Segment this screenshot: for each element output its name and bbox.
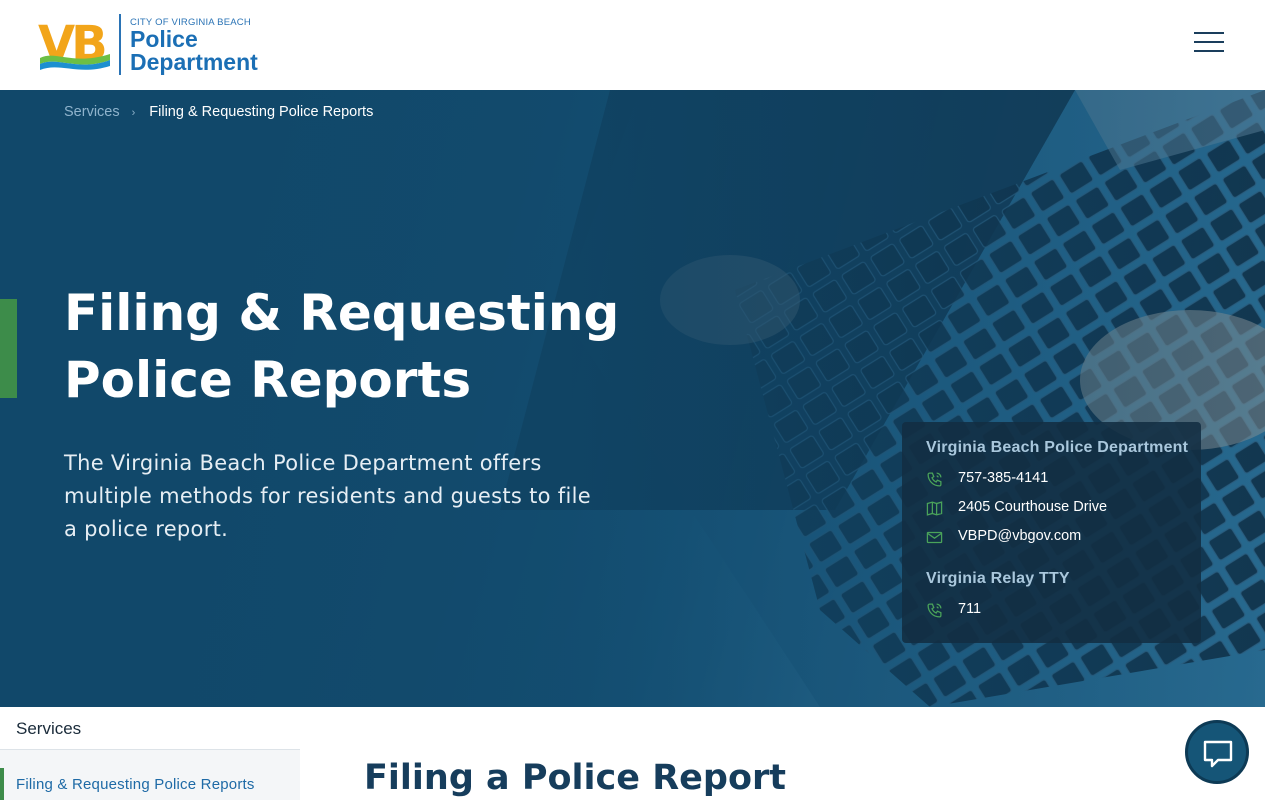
hamburger-menu-icon [1194,32,1224,34]
page: VB CITY OF VIRGINIA BEACH Police Departm… [0,0,1280,800]
sidebar-nav: Services Filing & Requesting Police Repo… [0,707,300,800]
phone-number: 757-385-4141 [958,470,1049,486]
vb-logo-icon: VB [38,16,110,72]
sidebar-item-label: Filing & Requesting Police Reports [16,776,255,793]
logo-divider [119,14,121,75]
breadcrumb: Services › Filing & Requesting Police Repo… [64,104,373,120]
relay-phone-link[interactable]: 711 [926,600,1186,620]
chat-button[interactable] [1185,720,1249,784]
email-address: VBPD@vbgov.com [958,528,1082,544]
email-link[interactable]: VBPD@vbgov.com [926,527,1186,547]
breadcrumb-services-link[interactable]: Services [64,104,120,120]
title-accent-bar [0,299,17,398]
address-link[interactable]: 2405 Courthouse Drive [926,498,1186,518]
phone-icon [927,603,942,618]
sidebar-heading[interactable]: Services [0,707,300,750]
relay-number: 711 [958,601,982,617]
hero-banner: Services › Filing & Requesting Police Repo… [0,90,1265,707]
sidebar-item-filing-reports[interactable]: Filing & Requesting Police Reports [0,768,300,800]
address-text: 2405 Courthouse Drive [958,499,1108,515]
phone-link[interactable]: 757-385-4141 [926,469,1186,489]
map-icon [926,501,943,516]
page-description: The Virginia Beach Police Department off… [64,451,591,541]
hamburger-menu-button[interactable] [1190,28,1228,56]
section-title: Filing a Police Report [364,758,786,798]
site-header: VB CITY OF VIRGINIA BEACH Police Departm… [0,0,1265,90]
hamburger-menu-icon-bar-2 [1194,41,1224,43]
phone-icon [927,472,942,487]
page-title: Filing & Requesting Police Reports [64,284,620,409]
breadcrumb-current-page: Filing & Requesting Police Reports [149,104,374,120]
sidebar-heading-label: Services [16,719,82,738]
contact-info-card: Virginia Beach Police Department 757-385… [902,422,1201,643]
chat-bubble-icon [1203,740,1233,768]
hamburger-menu-icon-bar-3 [1194,50,1224,52]
site-logo[interactable]: VB CITY OF VIRGINIA BEACH Police Departm… [38,14,262,76]
chevron-right-icon: › [131,107,136,119]
logo-department-text: Department [130,49,258,75]
department-heading: Virginia Beach Police Department [926,439,1189,456]
relay-heading: Virginia Relay TTY [926,570,1070,587]
mail-icon [926,531,943,544]
